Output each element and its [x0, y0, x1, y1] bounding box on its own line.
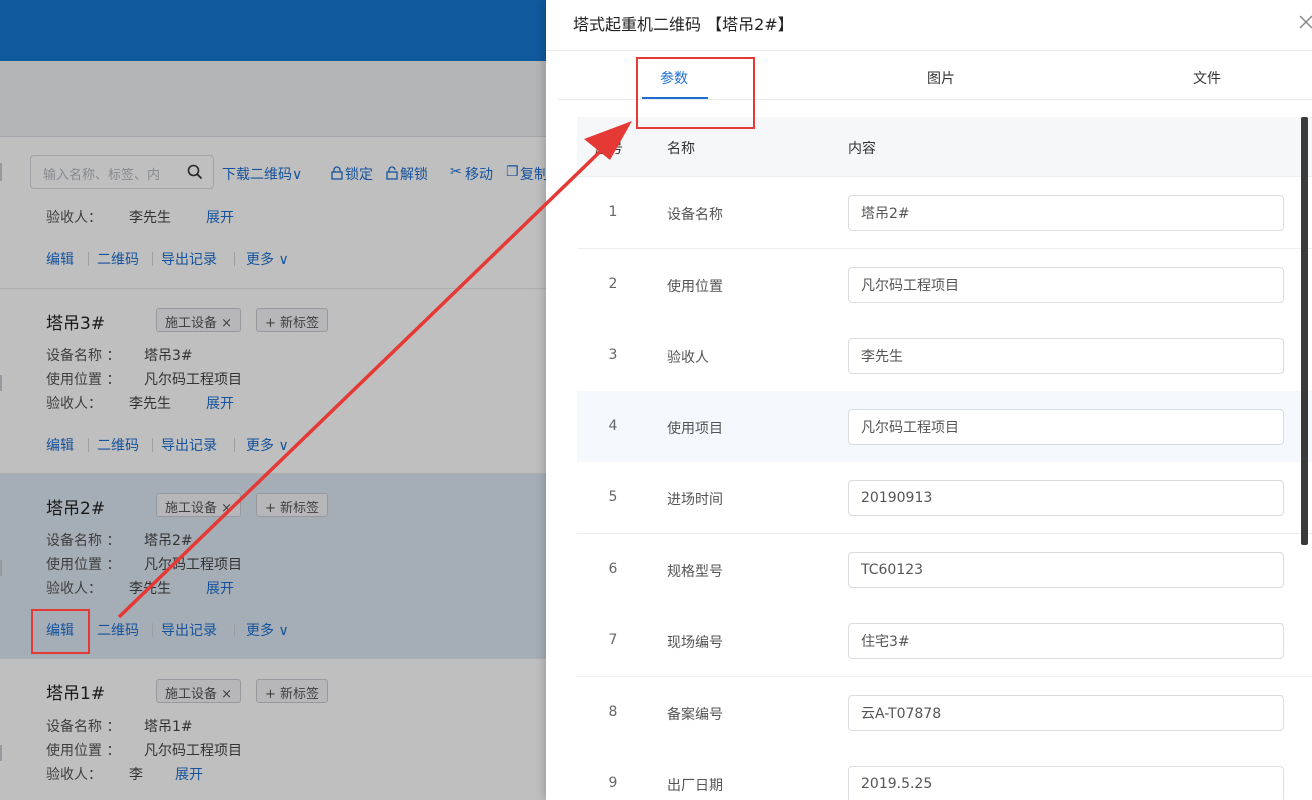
table-row: 3 验收人	[577, 320, 1312, 392]
column-header-no: 序号	[595, 141, 623, 157]
param-name: 规格型号	[667, 564, 723, 580]
table-row: 9 出厂日期	[577, 748, 1312, 800]
scrollbar[interactable]	[1301, 117, 1308, 545]
param-value-input[interactable]	[848, 695, 1284, 731]
param-name: 验收人	[667, 350, 709, 366]
param-value-input[interactable]	[848, 480, 1284, 516]
param-value-input[interactable]	[848, 338, 1284, 374]
param-name: 进场时间	[667, 492, 723, 508]
divider	[546, 50, 1312, 51]
drawer-title: 塔式起重机二维码 【塔吊2#】	[573, 15, 794, 34]
row-number: 8	[608, 704, 618, 720]
table-row: 1 设备名称	[577, 177, 1312, 249]
row-number: 7	[608, 632, 618, 648]
row-number: 9	[608, 775, 618, 791]
param-name: 现场编号	[667, 635, 723, 651]
column-header-content: 内容	[848, 141, 876, 157]
row-number: 6	[608, 561, 618, 577]
param-value-input[interactable]	[848, 409, 1284, 445]
tab-files[interactable]: 文件	[1193, 68, 1221, 88]
row-number: 2	[608, 276, 618, 292]
annotation-highlight-params-tab	[636, 57, 755, 129]
param-value-input[interactable]	[848, 766, 1284, 800]
param-name: 使用位置	[667, 279, 723, 295]
column-header-name: 名称	[667, 141, 695, 157]
param-name: 使用项目	[667, 421, 723, 437]
table-row: 2 使用位置	[577, 249, 1312, 321]
row-number: 3	[608, 347, 618, 363]
table-row: 7 现场编号	[577, 605, 1312, 677]
table-row: 8 备案编号	[577, 677, 1312, 749]
annotation-highlight-edit	[31, 609, 90, 654]
row-number: 4	[608, 418, 618, 434]
table-row-hovered: 4 使用项目	[577, 391, 1312, 463]
tab-images[interactable]: 图片	[927, 68, 955, 88]
param-name: 备案编号	[667, 707, 723, 723]
row-number: 5	[608, 489, 618, 505]
row-number: 1	[608, 204, 618, 220]
param-value-input[interactable]	[848, 623, 1284, 659]
table-row: 5 进场时间	[577, 462, 1312, 534]
param-value-input[interactable]	[848, 195, 1284, 231]
param-value-input[interactable]	[848, 267, 1284, 303]
param-name: 出厂日期	[667, 778, 723, 794]
table-row: 6 规格型号	[577, 534, 1312, 606]
close-icon[interactable]	[1298, 14, 1312, 30]
param-name: 设备名称	[667, 207, 723, 223]
param-value-input[interactable]	[848, 552, 1284, 588]
